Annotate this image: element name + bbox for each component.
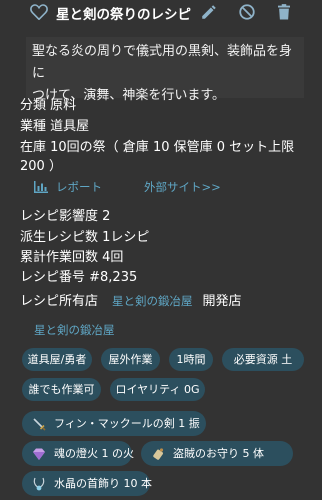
shop-name-link[interactable]: 星と剣の鍛冶屋 — [34, 322, 115, 338]
tag-chip[interactable]: 道具屋/勇者 — [22, 348, 92, 371]
material-item[interactable]: 盗賊のお守り 5 体 — [141, 441, 293, 466]
owner-shop-link[interactable]: 星と剣の鍛冶屋 — [112, 294, 193, 308]
recipe-description: 聖なる炎の周りで儀式用の黒剣、装飾品を身に つけて、演舞、神楽を行います。 — [26, 37, 304, 103]
industry-text: 業種 道具屋 — [20, 119, 90, 134]
material-label: フィン・マックールの剣 1 振 — [54, 417, 200, 430]
recipe-number-text: レシピ番号 #8,235 — [20, 270, 138, 285]
necklace-icon — [33, 477, 45, 490]
material-item[interactable]: フィン・マックールの剣 1 振 — [22, 411, 206, 436]
owner-status: 開発店 — [202, 294, 242, 309]
material-label: 水晶の首飾り 10 本 — [54, 477, 152, 490]
link-row: レポート 外部サイト>> — [34, 179, 221, 195]
edit-icon[interactable] — [200, 3, 218, 21]
stock-text: 在庫 10回の祭（ 倉庫 10 保管庫 0 セット上限 — [20, 140, 295, 155]
material-label: 盗賊のお守り 5 体 — [173, 447, 264, 460]
description-line: 聖なる炎の周りで儀式用の黒剣、装飾品を身に — [32, 44, 293, 81]
derived-recipes-text: 派生レシピ数 1レシピ — [20, 230, 150, 245]
trash-icon[interactable] — [275, 3, 293, 21]
page-title: 星と剣の祭りのレシピ — [56, 7, 191, 23]
cumulative-work-text: 累計作業回数 4回 — [20, 250, 124, 265]
bar-chart-icon — [34, 181, 48, 193]
tag-chip[interactable]: 屋外作業 — [101, 348, 160, 371]
tag-chip[interactable]: ロイヤリティ 0G — [110, 378, 205, 401]
tag-chip[interactable]: 1時間 — [169, 348, 213, 371]
gem-icon — [33, 448, 45, 460]
stock-text-continued: 200 ） — [20, 159, 62, 174]
category-text: 分類 原料 — [20, 98, 77, 113]
material-label: 魂の燈火 1 の火 — [54, 447, 134, 460]
tag-chip[interactable]: 誰でも作業可 — [22, 378, 101, 401]
owner-label: レシピ所有店 — [20, 294, 99, 309]
external-site-link[interactable]: 外部サイト>> — [144, 179, 221, 195]
sword-icon — [33, 417, 46, 431]
block-icon[interactable] — [238, 3, 256, 21]
material-item[interactable]: 魂の燈火 1 の火 — [22, 441, 134, 466]
material-item[interactable]: 水晶の首飾り 10 本 — [22, 471, 152, 496]
report-link[interactable]: レポート — [56, 179, 102, 195]
heart-icon[interactable] — [30, 4, 48, 20]
tag-chip[interactable]: 必要資源 土 — [222, 348, 304, 371]
influence-text: レシピ影響度 2 — [20, 209, 111, 224]
header-bar: 星と剣の祭りのレシピ — [0, 0, 322, 26]
charm-icon — [153, 447, 164, 460]
owner-row: レシピ所有店 星と剣の鍛冶屋 開発店 — [20, 290, 242, 309]
